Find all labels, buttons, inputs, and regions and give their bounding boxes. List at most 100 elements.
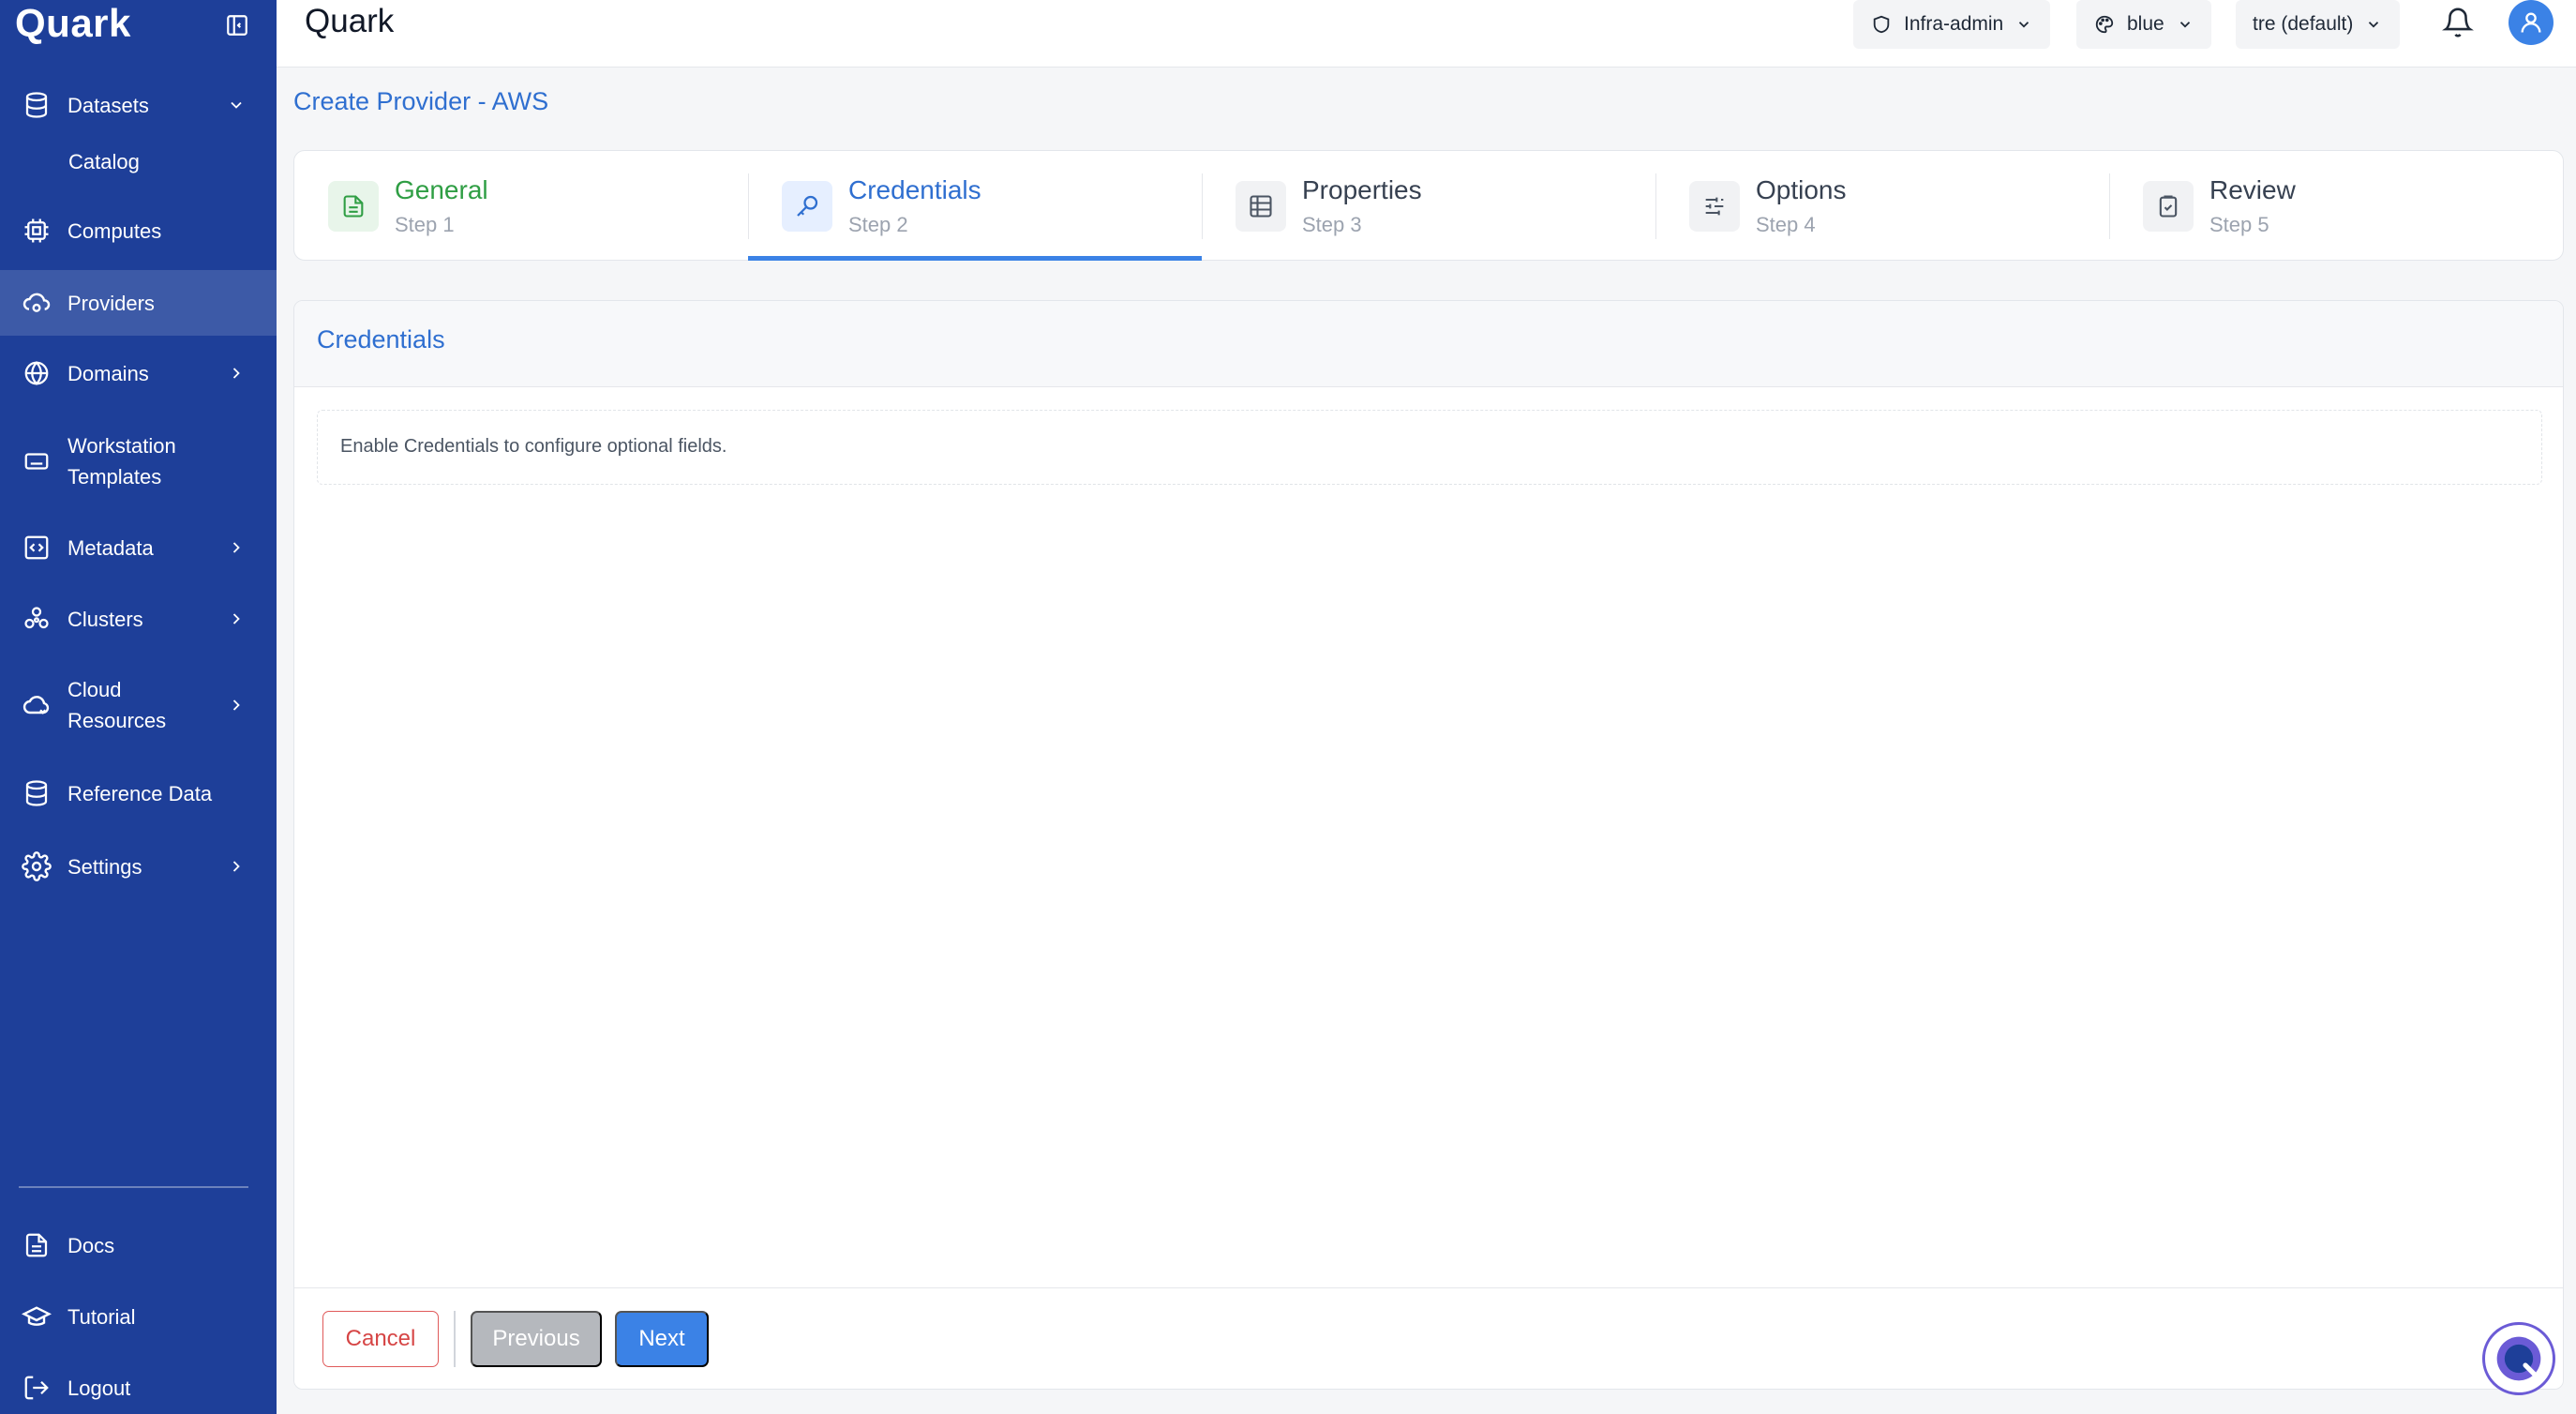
credentials-panel: Credentials Enable Credentials to config…: [293, 300, 2564, 1390]
code-square-icon: [21, 532, 52, 564]
previous-button[interactable]: Previous: [471, 1311, 602, 1367]
user-icon: [2518, 9, 2544, 36]
sidebar-item-label-line1: Workstation: [67, 434, 176, 458]
sidebar-item-label-line2: Resources: [67, 709, 167, 732]
panel-title: Credentials: [317, 325, 445, 354]
step-subtitle: Step 3: [1302, 213, 1362, 236]
sidebar-item-label: Reference Data: [67, 781, 213, 805]
bell-icon[interactable]: [2439, 4, 2477, 41]
panel-footer: Cancel Previous Next: [294, 1287, 2563, 1389]
sidebar-item-workstation-templates[interactable]: Workstation Templates: [0, 428, 277, 495]
sidebar-item-label: Logout: [67, 1376, 131, 1400]
step-general[interactable]: General Step 1: [294, 151, 748, 260]
cpu-icon: [21, 215, 52, 247]
page-title: Create Provider - AWS: [293, 87, 549, 115]
sidebar-item-label: Providers: [67, 291, 155, 315]
next-button[interactable]: Next: [615, 1311, 709, 1367]
cloud-icon: [21, 689, 52, 721]
sidebar-item-label: Domains: [67, 361, 149, 385]
clipboard-check-icon: [2143, 181, 2194, 232]
collapse-sidebar-icon[interactable]: [223, 11, 251, 39]
step-options[interactable]: Options Step 4: [1655, 151, 2109, 260]
step-title: Credentials: [848, 175, 981, 204]
chevron-down-icon: [2014, 15, 2033, 34]
brand-logo: Quark: [15, 1, 131, 45]
sidebar-item-reference-data[interactable]: Reference Data: [0, 775, 277, 812]
graduation-cap-icon: [21, 1301, 52, 1332]
sidebar-item-label: Computes: [67, 218, 162, 243]
step-review[interactable]: Review Step 5: [2109, 151, 2563, 260]
sidebar-item-metadata[interactable]: Metadata: [0, 529, 277, 566]
sidebar: Quark Datasets Catalog Computes Provider…: [0, 0, 277, 1414]
sidebar-divider: [19, 1186, 248, 1188]
step-subtitle: Step 5: [2209, 213, 2269, 236]
sidebar-item-label: Clusters: [67, 607, 143, 631]
sidebar-item-label: Datasets: [67, 93, 149, 117]
sidebar-item-clusters[interactable]: Clusters: [0, 600, 277, 638]
help-assistant-button[interactable]: [2482, 1322, 2555, 1395]
theme-selector[interactable]: blue: [2076, 0, 2211, 49]
sidebar-item-label: Docs: [67, 1233, 115, 1257]
step-subtitle: Step 2: [848, 213, 908, 236]
tenant-value: tre (default): [2253, 13, 2354, 35]
keyboard-icon: [21, 445, 52, 477]
palette-icon: [2093, 13, 2116, 36]
sidebar-item-datasets[interactable]: Datasets: [0, 86, 277, 124]
step-title: Review: [2209, 175, 2296, 204]
role-selector[interactable]: Infra-admin: [1853, 0, 2051, 49]
sidebar-item-label-line1: Cloud: [67, 678, 122, 701]
document-icon: [328, 181, 379, 232]
topbar: Quark Infra-admin blue tre (default): [277, 0, 2576, 68]
step-subtitle: Step 1: [395, 213, 455, 236]
app-title: Quark: [305, 3, 395, 39]
shield-icon: [1870, 13, 1893, 36]
table-icon: [1236, 181, 1286, 232]
logout-icon: [21, 1372, 52, 1404]
cancel-button[interactable]: Cancel: [322, 1311, 439, 1367]
step-title: Options: [1756, 175, 1847, 204]
sidebar-item-label: Cloud Resources: [67, 674, 166, 736]
chevron-right-icon: [225, 536, 247, 559]
sidebar-item-label-line2: Templates: [67, 465, 162, 489]
sidebar-item-settings[interactable]: Settings: [0, 848, 277, 885]
sidebar-item-docs[interactable]: Docs: [0, 1226, 277, 1264]
sidebar-item-logout[interactable]: Logout: [0, 1369, 277, 1406]
cloud-cog-icon: [21, 287, 52, 319]
key-icon: [782, 181, 832, 232]
step-credentials[interactable]: Credentials Step 2: [748, 151, 1202, 261]
sidebar-item-computes[interactable]: Computes: [0, 212, 277, 249]
step-subtitle: Step 4: [1756, 213, 1816, 236]
globe-icon: [21, 357, 52, 389]
gear-icon: [21, 850, 52, 882]
sidebar-item-label: Metadata: [67, 535, 154, 560]
chevron-down-icon: [2176, 15, 2194, 34]
chevron-right-icon: [225, 855, 247, 878]
sidebar-item-label: Settings: [67, 854, 142, 879]
assistant-icon: [2493, 1332, 2545, 1385]
theme-value: blue: [2127, 13, 2164, 35]
tenant-selector[interactable]: tre (default): [2236, 0, 2401, 49]
chevron-down-icon: [2364, 15, 2383, 34]
step-title: Properties: [1302, 175, 1422, 204]
role-value: Infra-admin: [1904, 13, 2004, 35]
stepper: General Step 1 Credentials Step 2 Proper…: [293, 150, 2564, 261]
step-properties[interactable]: Properties Step 3: [1202, 151, 1655, 260]
chevron-right-icon: [225, 694, 247, 716]
document-icon: [21, 1229, 52, 1261]
sidebar-item-providers[interactable]: Providers: [0, 270, 277, 336]
chevron-down-icon: [225, 94, 247, 116]
step-title: General: [395, 175, 488, 204]
sidebar-item-label: Workstation Templates: [67, 430, 176, 492]
sidebar-item-cloud-resources[interactable]: Cloud Resources: [0, 671, 277, 739]
chevron-right-icon: [225, 608, 247, 630]
avatar[interactable]: [2509, 0, 2554, 45]
cluster-icon: [21, 603, 52, 635]
sidebar-item-domains[interactable]: Domains: [0, 354, 277, 392]
info-text: Enable Credentials to configure optional…: [340, 436, 727, 457]
footer-divider: [454, 1311, 456, 1367]
sliders-icon: [1689, 181, 1740, 232]
sidebar-item-tutorial[interactable]: Tutorial: [0, 1298, 277, 1335]
database-icon: [21, 89, 52, 121]
info-message: Enable Credentials to configure optional…: [317, 410, 2542, 485]
sidebar-item-catalog[interactable]: Catalog: [68, 150, 140, 174]
